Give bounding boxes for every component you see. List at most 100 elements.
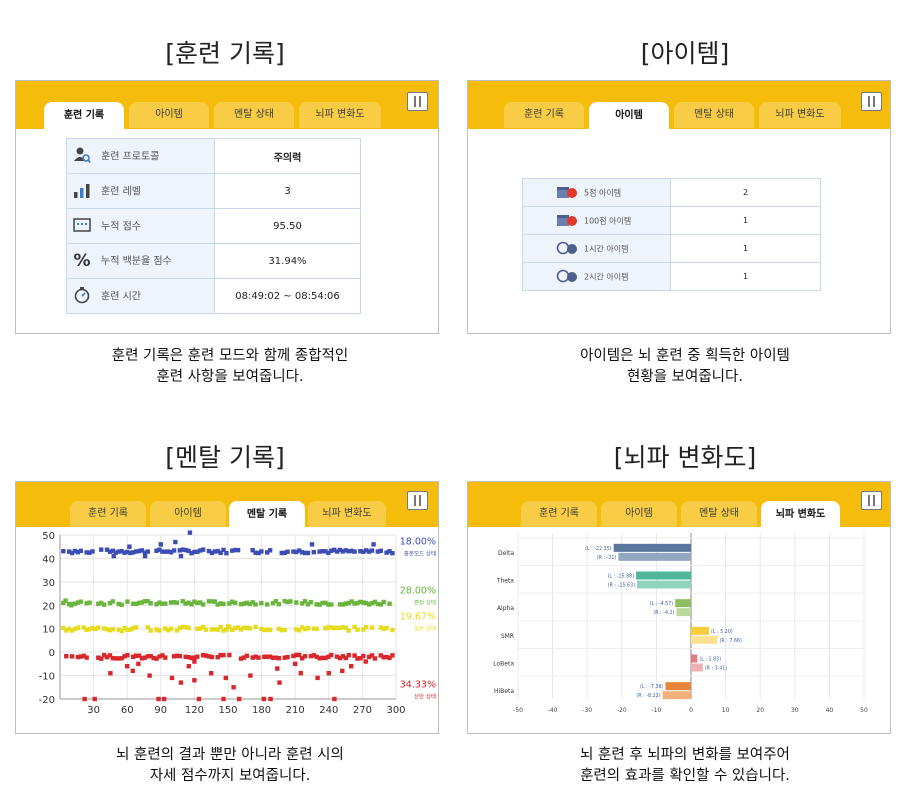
series-percent: 28.00% — [400, 586, 436, 597]
data-point — [267, 548, 273, 553]
tab-training-record[interactable]: 훈련 기록 — [70, 501, 146, 527]
data-point — [110, 599, 116, 604]
data-point — [221, 653, 226, 658]
series-name: 일반 상태 — [414, 624, 436, 632]
x-tick-label: 30 — [791, 707, 799, 714]
data-point — [346, 628, 351, 633]
data-point — [92, 696, 97, 702]
pause-button[interactable] — [407, 491, 428, 510]
tab-training-record[interactable]: 훈련 기록 — [44, 102, 124, 129]
bar — [691, 654, 698, 663]
data-point — [326, 671, 331, 676]
data-point — [340, 668, 345, 674]
bar-value-label: (R : 3.41) — [705, 666, 728, 672]
y-tick-label: -10 — [39, 672, 55, 683]
items-table: 5점 아이템 2 100점 아이템 1 1시간 아이템 1 2시간 아이템 1 — [522, 178, 821, 291]
clock-2h-icon — [556, 269, 578, 285]
table-row: 누적 점수 95.50 — [66, 208, 361, 244]
data-point — [63, 598, 68, 603]
data-point — [315, 675, 320, 681]
items-section-title: [아이템] — [640, 39, 730, 68]
mental-record-panel: 훈련 기록 아이템 멘탈 기록 뇌파 변화도 50 40 30 20 10 0 -10 -20… — [15, 481, 439, 734]
data-point — [192, 678, 197, 683]
tab-mental-state[interactable]: 멘탈 상태 — [214, 102, 294, 128]
data-point — [293, 661, 298, 667]
row-label: 누적 점수 — [101, 221, 141, 232]
x-tick-label: 10 — [722, 707, 730, 714]
data-point — [369, 625, 375, 630]
series-percent: 34.33% — [400, 679, 436, 690]
x-tick-label: 270 — [353, 705, 372, 716]
bar-value-label: (R : 7.66) — [720, 638, 743, 644]
tab-items[interactable]: 아이템 — [129, 102, 209, 128]
gift-5-icon — [556, 185, 578, 201]
tab-mental-state[interactable]: 멘탈 상태 — [674, 102, 754, 128]
x-tick-label: 20 — [756, 707, 764, 714]
data-point — [158, 542, 163, 547]
category-label: SMR — [501, 633, 514, 640]
data-point — [355, 627, 360, 632]
tab-items[interactable]: 아이템 — [150, 501, 226, 527]
bar — [691, 635, 718, 644]
data-point — [311, 549, 316, 555]
data-point — [302, 653, 308, 659]
data-point — [133, 625, 139, 630]
data-point — [224, 550, 229, 556]
row-label: 5점 아이템 — [584, 188, 622, 197]
data-point — [332, 696, 337, 702]
data-point — [259, 549, 264, 554]
tab-mental-state[interactable]: 멘탈 상태 — [681, 501, 757, 527]
tab-items[interactable]: 아이템 — [601, 501, 677, 527]
bar — [665, 682, 691, 691]
x-tick-label: 60 — [121, 705, 134, 716]
category-label: Alpha — [497, 605, 514, 612]
data-point — [276, 655, 282, 661]
data-point — [69, 603, 74, 608]
data-point — [329, 602, 334, 607]
data-point — [84, 655, 89, 660]
data-point — [209, 671, 214, 676]
data-point — [265, 602, 270, 607]
data-point — [221, 696, 226, 702]
tab-brainwave-change[interactable]: 뇌파 변화도 — [759, 102, 841, 128]
bar — [691, 626, 709, 635]
data-point — [169, 675, 175, 681]
brainwave-panel: 훈련 기록 아이템 멘탈 상태 뇌파 변화도 -50 -40 -30 -20 -10 0 1… — [467, 481, 891, 734]
y-tick-label: 30 — [42, 578, 55, 589]
bar — [691, 663, 703, 672]
data-point — [309, 542, 315, 547]
y-tick-label: 20 — [42, 601, 55, 612]
tab-mental-record[interactable]: 멘탈 기록 — [229, 501, 305, 528]
items-panel: 훈련 기록 아이템 멘탈 상태 뇌파 변화도 5점 아이템 2 100점 아이템… — [467, 80, 891, 334]
tab-items[interactable]: 아이템 — [589, 102, 669, 129]
row-value: 08:49:02 ~ 08:54:06 — [214, 278, 361, 314]
bar-value-label: (L : 1.83) — [699, 657, 721, 663]
table-row: 1시간 아이템 1 — [522, 234, 821, 263]
pause-button[interactable] — [861, 491, 882, 510]
brainwave-section-title: [뇌파 변화도] — [613, 443, 757, 472]
data-point — [61, 548, 66, 554]
data-point — [384, 625, 389, 631]
bar-value-label: (L : -15.88) — [608, 574, 635, 580]
pause-button[interactable] — [861, 92, 882, 111]
tab-brainwave-change[interactable]: 뇌파 변화도 — [299, 102, 381, 128]
bar-value-label: (R : -4.2) — [653, 610, 674, 616]
data-point — [361, 653, 366, 659]
pause-button[interactable] — [407, 92, 428, 111]
data-point — [186, 625, 191, 631]
table-row: 2시간 아이템 1 — [522, 262, 821, 291]
tab-training-record[interactable]: 훈련 기록 — [521, 501, 597, 527]
data-point — [390, 653, 395, 658]
data-point — [285, 549, 290, 554]
data-point — [108, 671, 113, 676]
tab-brainwave-change[interactable]: 뇌파 변화도 — [308, 501, 386, 527]
mental-caption: 뇌 훈련의 결과 뿐만 아니라 훈련 시의 자세 점수까지 보여줍니다. — [116, 747, 344, 784]
tab-training-record[interactable]: 훈련 기록 — [504, 102, 584, 128]
tab-brainwave-change[interactable]: 뇌파 변화도 — [761, 501, 840, 528]
series-name: 흥분모드 상태 — [404, 549, 436, 557]
data-point — [277, 680, 282, 685]
data-point — [294, 600, 299, 605]
bar-value-label: (L : -7.38) — [640, 684, 664, 690]
stopwatch-icon — [73, 286, 91, 307]
data-point — [90, 549, 95, 554]
